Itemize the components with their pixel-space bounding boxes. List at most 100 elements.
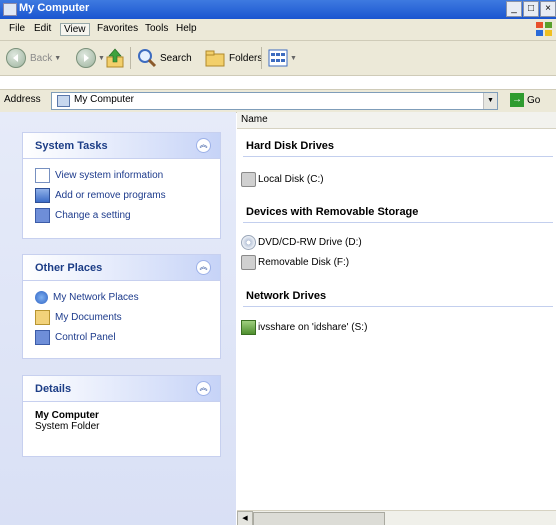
control-panel-icon (35, 207, 50, 223)
address-bar: Address My Computer ▼ → Go (0, 89, 556, 113)
back-label: Back (30, 52, 53, 64)
drive-label: Local Disk (C:) (258, 174, 324, 185)
my-computer-icon (3, 3, 17, 16)
task-pane: System Tasks ︽ View system information A… (0, 112, 236, 525)
search-button[interactable]: Search (137, 46, 192, 70)
other-places-panel: Other Places ︽ My Network Places My Docu… (22, 254, 221, 359)
search-label: Search (160, 52, 192, 64)
place-label: My Documents (55, 311, 122, 323)
group-network-drives: Network Drives (246, 290, 327, 302)
folders-label: Folders (229, 52, 263, 64)
hard-disk-icon (241, 172, 256, 187)
forward-button[interactable]: ▼ (76, 46, 105, 70)
system-information-icon (35, 167, 50, 183)
forward-arrow-icon (76, 48, 96, 68)
back-dropdown-icon: ▼ (54, 54, 62, 62)
task-label: View system information (55, 169, 164, 181)
up-folder-icon (106, 48, 124, 68)
place-label: Control Panel (55, 331, 116, 343)
collapse-chevron-icon[interactable]: ︽ (196, 138, 211, 153)
menu-bar: File Edit View Favorites Tools Help (0, 19, 556, 41)
back-arrow-icon (6, 48, 26, 68)
standard-toolbar: Back ▼ ▼ Search Folders ▼ (0, 41, 556, 76)
place-my-documents[interactable]: My Documents (35, 307, 210, 327)
place-my-network-places[interactable]: My Network Places (35, 287, 210, 307)
task-label: Change a setting (55, 209, 131, 221)
panel-title: System Tasks (35, 140, 108, 152)
maximize-button[interactable]: □ (523, 1, 539, 17)
my-computer-window: My Computer _ □ × File Edit View Favorit… (0, 0, 556, 525)
task-change-setting[interactable]: Change a setting (35, 205, 210, 225)
add-remove-programs-icon (35, 187, 50, 203)
address-label: Address (4, 94, 41, 105)
control-panel-icon (35, 329, 50, 345)
group-removable-storage: Devices with Removable Storage (246, 206, 419, 218)
collapse-chevron-icon[interactable]: ︽ (196, 260, 211, 275)
menu-tools[interactable]: Tools (145, 23, 168, 34)
task-view-system-information[interactable]: View system information (35, 165, 210, 185)
address-field[interactable]: My Computer ▼ (51, 92, 498, 110)
window-title: My Computer (19, 2, 90, 14)
system-tasks-panel: System Tasks ︽ View system information A… (22, 132, 221, 239)
title-bar: My Computer _ □ × (0, 0, 556, 19)
place-label: My Network Places (53, 291, 139, 303)
folders-icon (205, 50, 225, 67)
group-divider (243, 156, 553, 157)
panel-title: Details (35, 383, 72, 395)
content-pane: Name Hard Disk Drives Local Disk (C:) De… (237, 112, 556, 525)
network-places-icon (35, 290, 48, 304)
views-dropdown-icon: ▼ (290, 54, 297, 62)
horizontal-scrollbar[interactable]: ◀ (237, 510, 556, 525)
address-dropdown-button[interactable]: ▼ (483, 93, 497, 109)
go-label: Go (527, 94, 541, 106)
other-places-header[interactable]: Other Places ︽ (23, 255, 220, 281)
place-control-panel[interactable]: Control Panel (35, 327, 210, 347)
back-button[interactable]: Back ▼ (6, 46, 61, 70)
column-header-name[interactable]: Name (237, 112, 556, 129)
minimize-button[interactable]: _ (506, 1, 522, 17)
windows-logo-icon (536, 22, 552, 36)
cd-drive-icon (241, 235, 256, 250)
my-documents-icon (35, 309, 50, 325)
menu-favorites[interactable]: Favorites (97, 23, 138, 34)
drive-label: Removable Disk (F:) (258, 257, 350, 268)
drive-removable-disk-f[interactable]: Removable Disk (F:) (241, 255, 349, 270)
my-computer-icon (57, 95, 70, 107)
scroll-left-button[interactable]: ◀ (237, 511, 253, 525)
details-name: My Computer (35, 410, 99, 421)
views-button[interactable]: ▼ (268, 46, 297, 70)
views-icon (268, 49, 288, 67)
panel-title: Other Places (35, 262, 103, 274)
window-controls: _ □ × (506, 1, 556, 17)
up-button[interactable] (106, 46, 124, 70)
menu-view[interactable]: View (60, 23, 90, 36)
column-header-label: Name (241, 114, 268, 125)
group-hard-disk-drives: Hard Disk Drives (246, 140, 335, 152)
group-divider (243, 306, 553, 307)
search-icon (138, 49, 157, 68)
system-tasks-header[interactable]: System Tasks ︽ (23, 133, 220, 159)
toolbar-separator (130, 47, 131, 69)
details-panel: Details ︽ My Computer System Folder (22, 375, 221, 457)
toolbar-separator (261, 47, 262, 69)
menu-edit[interactable]: Edit (34, 23, 51, 34)
forward-dropdown-icon: ▼ (98, 54, 105, 62)
collapse-chevron-icon[interactable]: ︽ (196, 381, 211, 396)
address-value: My Computer (74, 94, 135, 105)
removable-disk-icon (241, 255, 256, 270)
task-label: Add or remove programs (55, 189, 166, 201)
task-add-remove-programs[interactable]: Add or remove programs (35, 185, 210, 205)
folders-button[interactable]: Folders (204, 46, 262, 70)
menu-file[interactable]: File (9, 23, 25, 34)
drive-label: ivsshare on 'idshare' (S:) (258, 322, 368, 333)
drive-local-disk-c[interactable]: Local Disk (C:) (241, 172, 324, 187)
drive-network-share-s[interactable]: ivsshare on 'idshare' (S:) (241, 320, 367, 335)
drive-label: DVD/CD-RW Drive (D:) (258, 237, 362, 248)
go-button[interactable]: → Go (510, 93, 540, 107)
drive-dvd-cd-rw-d[interactable]: DVD/CD-RW Drive (D:) (241, 235, 362, 250)
scroll-thumb[interactable] (253, 512, 385, 525)
close-button[interactable]: × (540, 1, 556, 17)
details-header[interactable]: Details ︽ (23, 376, 220, 402)
go-arrow-icon: → (510, 93, 524, 107)
menu-help[interactable]: Help (176, 23, 197, 34)
